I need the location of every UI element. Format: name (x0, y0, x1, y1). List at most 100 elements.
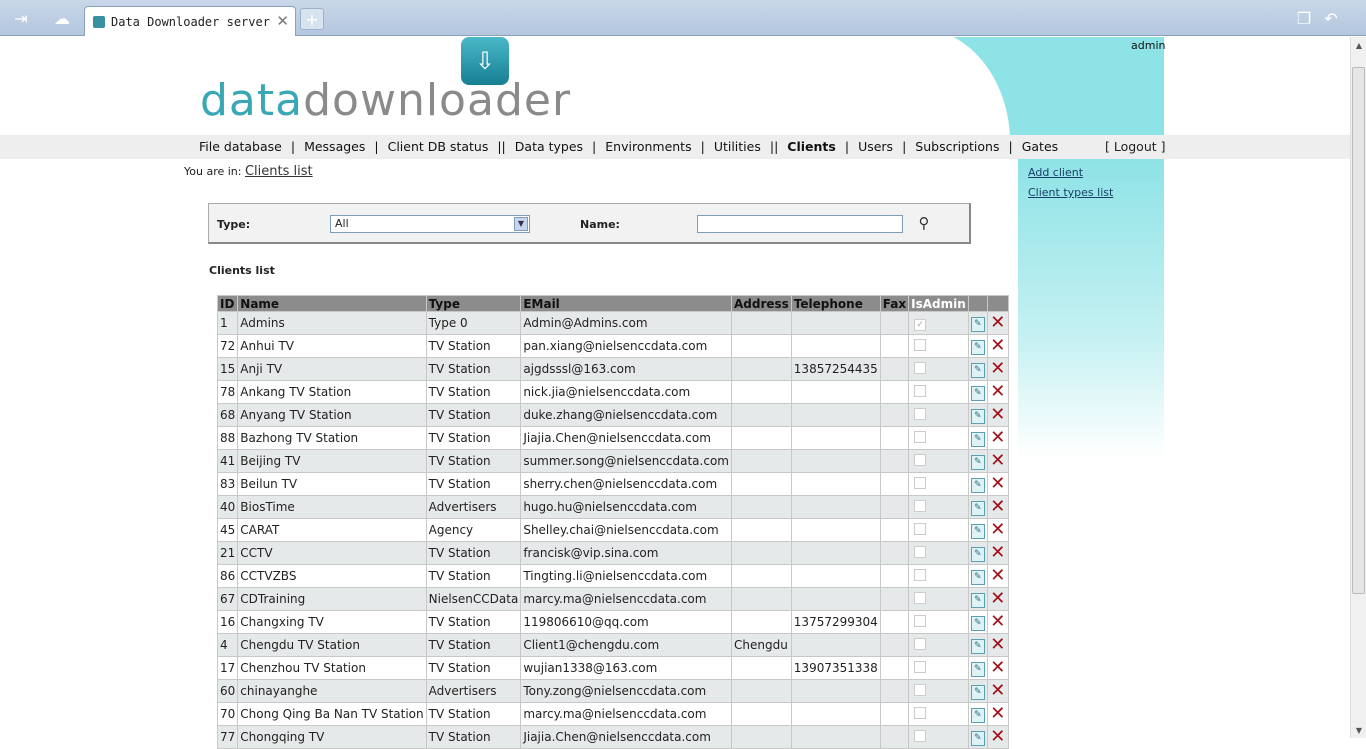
edit-icon[interactable]: ✎ (970, 316, 985, 332)
nav-item-environments[interactable]: Environments (605, 139, 691, 154)
delete-icon[interactable]: ✕ (990, 452, 1006, 470)
is-admin-checkbox (914, 683, 927, 696)
edit-icon[interactable]: ✎ (970, 638, 985, 654)
edit-icon[interactable]: ✎ (970, 431, 985, 447)
nav-item-data-types[interactable]: Data types (515, 139, 583, 154)
nav-item-users[interactable]: Users (858, 139, 893, 154)
is-admin-checkbox (914, 545, 927, 558)
delete-icon[interactable]: ✕ (990, 659, 1006, 677)
delete-icon[interactable]: ✕ (990, 429, 1006, 447)
breadcrumb-current[interactable]: Clients list (245, 164, 313, 179)
cell-is-admin (908, 380, 969, 404)
table-row: 17 Chenzhou TV Station TV Station wujian133… (216, 656, 1009, 680)
cell-address (730, 679, 792, 703)
is-admin-checkbox (914, 384, 927, 397)
delete-icon[interactable]: ✕ (990, 337, 1006, 355)
delete-icon[interactable]: ✕ (990, 590, 1006, 608)
edit-icon[interactable]: ✎ (970, 546, 985, 562)
cell-fax (879, 610, 910, 634)
delete-icon[interactable]: ✕ (990, 360, 1006, 378)
logout-link[interactable]: [ Logout ] (1105, 139, 1166, 154)
edit-icon[interactable]: ✎ (970, 339, 985, 355)
nav-item-file-database[interactable]: File database (199, 139, 282, 154)
edit-icon[interactable]: ✎ (970, 523, 985, 539)
back-arrow-icon[interactable]: ↶ (1320, 8, 1342, 28)
edit-icon[interactable]: ✎ (970, 684, 985, 700)
nav-item-messages[interactable]: Messages (304, 139, 365, 154)
delete-icon[interactable]: ✕ (990, 406, 1006, 424)
tab-close-icon[interactable]: ✕ (276, 12, 289, 30)
new-tab-button[interactable]: + (300, 8, 324, 30)
chevron-down-icon[interactable]: ▼ (514, 217, 528, 231)
edit-icon[interactable]: ✎ (970, 707, 985, 723)
is-admin-checkbox (914, 660, 927, 673)
delete-icon[interactable]: ✕ (990, 383, 1006, 401)
cell-delete: ✕ (986, 702, 1009, 726)
nav-item-clients[interactable]: Clients (787, 139, 836, 154)
is-admin-checkbox (914, 338, 927, 351)
edit-icon[interactable]: ✎ (970, 592, 985, 608)
nav-separator: | (902, 139, 907, 154)
delete-icon[interactable]: ✕ (990, 314, 1006, 332)
type-select[interactable]: All ▼ (330, 215, 530, 233)
cell-telephone (790, 725, 881, 749)
edit-icon[interactable]: ✎ (970, 615, 985, 631)
edit-icon[interactable]: ✎ (970, 385, 985, 401)
search-icon[interactable]: ⚲ (913, 213, 935, 233)
edit-icon[interactable]: ✎ (970, 454, 985, 470)
cell-type: TV Station (425, 702, 522, 726)
cell-name: Chongqing TV (237, 725, 427, 749)
cell-name: CCTVZBS (237, 564, 427, 588)
cell-delete: ✕ (986, 495, 1009, 519)
delete-icon[interactable]: ✕ (990, 544, 1006, 562)
cell-is-admin: ✓ (908, 311, 969, 335)
nav-separator: | (1008, 139, 1013, 154)
cell-delete: ✕ (986, 334, 1009, 358)
cell-delete: ✕ (986, 656, 1009, 680)
cell-is-admin (908, 564, 969, 588)
cloud-icon[interactable]: ☁ (50, 6, 74, 30)
add-client-link[interactable]: Add client (1028, 166, 1083, 179)
delete-icon[interactable]: ✕ (990, 682, 1006, 700)
sidebar-toggle-icon[interactable]: ⇥ (9, 6, 33, 30)
edit-icon[interactable]: ✎ (970, 362, 985, 378)
browser-tab[interactable]: Data Downloader server ✕ (84, 6, 296, 36)
scroll-down-icon[interactable]: ▼ (1351, 722, 1366, 738)
scroll-up-icon[interactable]: ▲ (1351, 37, 1366, 53)
delete-icon[interactable]: ✕ (990, 728, 1006, 746)
cell-email: nick.jia@nielsenccdata.com (520, 380, 732, 404)
nav-item-client-db-status[interactable]: Client DB status (388, 139, 489, 154)
delete-icon[interactable]: ✕ (990, 613, 1006, 631)
cell-fax (879, 656, 910, 680)
cell-fax (879, 541, 910, 565)
vertical-scrollbar[interactable]: ▲ ▼ (1350, 37, 1366, 738)
edit-icon[interactable]: ✎ (970, 477, 985, 493)
edit-icon[interactable]: ✎ (970, 661, 985, 677)
table-row: 45 CARAT Agency Shelley.chai@nielsenccdata.… (216, 518, 1009, 542)
name-input[interactable] (697, 215, 903, 233)
edit-icon[interactable]: ✎ (970, 730, 985, 746)
nav-item-subscriptions[interactable]: Subscriptions (915, 139, 999, 154)
client-types-link[interactable]: Client types list (1028, 186, 1113, 199)
column-header: Address (730, 295, 792, 312)
edit-icon[interactable]: ✎ (970, 408, 985, 424)
edit-icon[interactable]: ✎ (970, 500, 985, 516)
window-icon[interactable]: ❐ (1293, 8, 1315, 28)
cell-email: marcy.ma@nielsenccdata.com (520, 702, 732, 726)
nav-item-utilities[interactable]: Utilities (714, 139, 761, 154)
cell-email: hugo.hu@nielsenccdata.com (520, 495, 732, 519)
cell-email: Tony.zong@nielsenccdata.com (520, 679, 732, 703)
delete-icon[interactable]: ✕ (990, 521, 1006, 539)
delete-icon[interactable]: ✕ (990, 636, 1006, 654)
cell-id: 15 (216, 357, 239, 381)
edit-icon[interactable]: ✎ (970, 569, 985, 585)
column-header: IsAdmin (908, 295, 969, 312)
delete-icon[interactable]: ✕ (990, 475, 1006, 493)
cell-delete: ✕ (986, 449, 1009, 473)
delete-icon[interactable]: ✕ (990, 705, 1006, 723)
column-header: Type (425, 295, 522, 312)
delete-icon[interactable]: ✕ (990, 498, 1006, 516)
delete-icon[interactable]: ✕ (990, 567, 1006, 585)
scroll-thumb[interactable] (1352, 67, 1365, 594)
nav-item-gates[interactable]: Gates (1022, 139, 1058, 154)
